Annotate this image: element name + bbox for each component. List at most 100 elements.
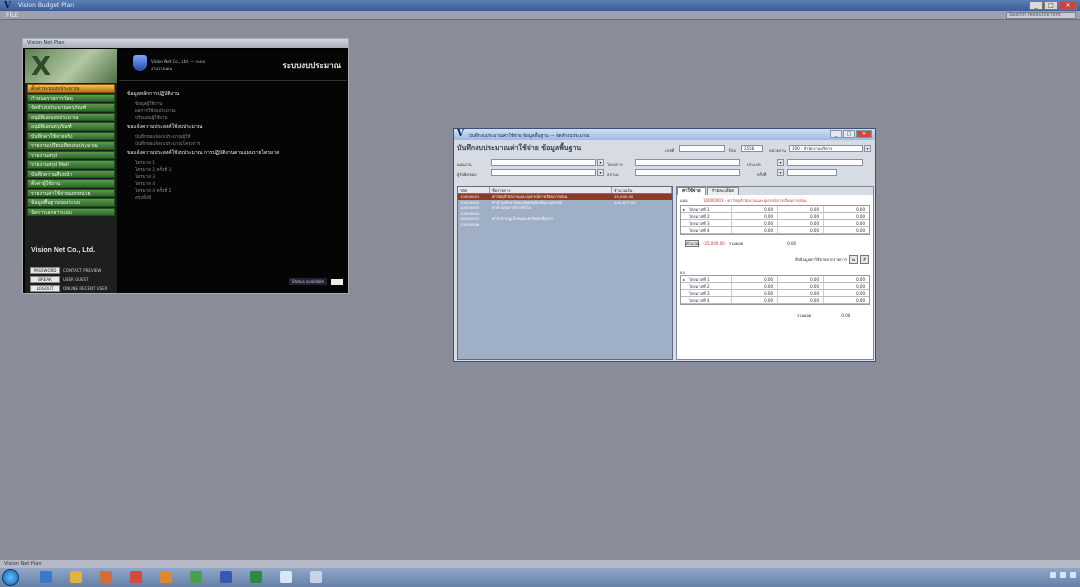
- table-cell-v1[interactable]: 0.00: [731, 297, 777, 303]
- plan-field[interactable]: [491, 159, 596, 166]
- table-cell-v2[interactable]: 0.00: [777, 213, 823, 219]
- project-field[interactable]: [635, 159, 740, 166]
- sidebar-menu-item[interactable]: บันทึกความคืบหน้า: [27, 169, 115, 178]
- table-cell-v1[interactable]: 0.00: [731, 283, 777, 289]
- word-icon[interactable]: [220, 571, 232, 583]
- sidebar-menu-item[interactable]: ข้อมูลพื้นฐานของระบบ: [27, 198, 115, 207]
- table-cell-v3[interactable]: 0.00: [823, 206, 869, 212]
- grid-header-code[interactable]: รหัส: [458, 187, 490, 193]
- search-input[interactable]: Search resource hint: [1006, 12, 1076, 19]
- dialog-close-button[interactable]: ✕: [856, 130, 872, 138]
- excel-icon[interactable]: [250, 571, 262, 583]
- firefox-icon[interactable]: [160, 571, 172, 583]
- sidebar-menu-item[interactable]: รายงานสรุป: [27, 150, 115, 159]
- dialog-minimize-button[interactable]: _: [830, 130, 842, 138]
- status-field[interactable]: [635, 169, 740, 176]
- table-cell-v2[interactable]: 0.00: [777, 206, 823, 212]
- type-field[interactable]: [787, 159, 863, 166]
- sidebar-menu-item[interactable]: รายงานค่าใช้จ่ายแยกหน่วย: [27, 188, 115, 197]
- side-button[interactable]: BREAK: [30, 276, 60, 283]
- table-row[interactable]: 10000006: [458, 222, 672, 228]
- network-icon[interactable]: [1050, 572, 1056, 578]
- section-link[interactable]: ไตรมาส 4 ครั้งที่ 2: [135, 187, 341, 193]
- minimize-button[interactable]: _: [1029, 1, 1043, 10]
- table-cell-v2[interactable]: 0.00: [777, 297, 823, 303]
- section-link[interactable]: ปรับแผนผู้ใช้งาน: [135, 114, 341, 120]
- sidebar-menu-item[interactable]: ตั้งค่าผู้ใช้งาน: [27, 179, 115, 188]
- table-cell-v3[interactable]: 0.00: [823, 290, 869, 296]
- section-link[interactable]: สรุปทั้งปี: [135, 194, 341, 200]
- start-button[interactable]: [2, 569, 19, 586]
- volume-icon[interactable]: [1060, 572, 1066, 578]
- table-row[interactable]: ไตรมาสที่ 2 0.00 0.00 0.00: [681, 283, 869, 290]
- table-row[interactable]: ไตรมาสที่ 4 0.00 0.00 0.00: [681, 297, 869, 304]
- grid-header-amount[interactable]: จำนวนเงิน: [612, 187, 672, 193]
- grid-header-name[interactable]: ชื่อรายการ: [490, 187, 612, 193]
- calc-button[interactable]: คำนวณ: [685, 240, 700, 247]
- sidebar-menu-item[interactable]: อนุมัติแผนครุภัณฑ์: [27, 122, 115, 131]
- media-icon[interactable]: [100, 571, 112, 583]
- table-cell-v3[interactable]: 0.00: [823, 283, 869, 289]
- table-cell-v1[interactable]: 0.00: [731, 227, 777, 233]
- dept-field[interactable]: 100 - สำนักงานบริหาร: [789, 145, 863, 152]
- sidebar-menu-item[interactable]: รายงานเปรียบเทียบงบประมาณ: [27, 141, 115, 150]
- ie-icon[interactable]: [40, 571, 52, 583]
- calculator-icon[interactable]: #: [860, 255, 869, 264]
- table-cell-v3[interactable]: 0.00: [823, 276, 869, 282]
- section-link[interactable]: ผลการใช้งบประมาณ: [135, 107, 341, 113]
- sidebar-menu-item[interactable]: อนุมัติแผนงบประมาณ: [27, 112, 115, 121]
- section-link[interactable]: ไตรมาส 2 ครั้งที่ 1: [135, 166, 341, 172]
- side-button[interactable]: LOGOUT: [30, 285, 60, 292]
- section-link[interactable]: ไตรมาส 1: [135, 159, 341, 165]
- dept-dropdown-icon[interactable]: ▾: [864, 145, 871, 152]
- table-row[interactable]: ▸ ไตรมาสที่ 1 0.00 0.00 0.00: [681, 206, 869, 213]
- sidebar-menu-item[interactable]: รายงานสรุป Mail: [27, 160, 115, 169]
- tab-expense[interactable]: ค่าใช้จ่าย: [677, 187, 706, 195]
- type-dropdown-icon[interactable]: ▾: [777, 159, 784, 166]
- sidebar-menu-item[interactable]: กำหนดรายการวัสดุ: [27, 93, 115, 102]
- table-cell-v2[interactable]: 0.00: [777, 283, 823, 289]
- table-row[interactable]: ไตรมาสที่ 3 0.00 0.00 0.00: [681, 290, 869, 297]
- no-dropdown-icon[interactable]: ▾: [777, 169, 784, 176]
- menu-file[interactable]: FILE: [6, 12, 18, 19]
- table-cell-v2[interactable]: 0.00: [777, 227, 823, 233]
- side-button[interactable]: PASSWORD: [30, 267, 60, 274]
- table-cell-v1[interactable]: 0.00: [731, 213, 777, 219]
- table-cell-v1[interactable]: 0.00: [731, 220, 777, 226]
- doc-field[interactable]: [679, 145, 725, 152]
- year-field[interactable]: 2556: [741, 145, 763, 152]
- close-button[interactable]: ✕: [1059, 1, 1077, 10]
- sidebar-menu-item[interactable]: จัดทำงบประมาณครุภัณฑ์: [27, 103, 115, 112]
- section-link[interactable]: ไตรมาส 4: [135, 180, 341, 186]
- section-link[interactable]: บันทึกขอแจ้งงบประมาณผู้ใช้: [135, 133, 341, 139]
- table-cell-v2[interactable]: 0.00: [777, 220, 823, 226]
- sidebar-menu-item[interactable]: บันทึกค่าใช้จ่ายจริง: [27, 131, 115, 140]
- table-cell-v3[interactable]: 0.00: [823, 220, 869, 226]
- sidebar-menu-item[interactable]: จัดการเอกสารแนบ: [27, 207, 115, 216]
- flag-icon[interactable]: [1070, 572, 1076, 578]
- table-cell-v1[interactable]: 0.00: [731, 290, 777, 296]
- table-row[interactable]: ▸ ไตรมาสที่ 1 0.00 0.00 0.00: [681, 276, 869, 283]
- table-row[interactable]: ไตรมาสที่ 4 0.00 0.00 0.00: [681, 227, 869, 234]
- table-cell-v1[interactable]: 0.00: [731, 276, 777, 282]
- plan-dropdown-icon[interactable]: ▾: [597, 159, 604, 166]
- section-link[interactable]: ไตรมาส 3: [135, 173, 341, 179]
- window-icon[interactable]: [310, 571, 322, 583]
- folder-icon[interactable]: [70, 571, 82, 583]
- table-cell-v2[interactable]: 0.00: [777, 276, 823, 282]
- table-cell-v3[interactable]: 0.00: [823, 213, 869, 219]
- owner-dropdown-icon[interactable]: ▾: [597, 169, 604, 176]
- app-icon-2[interactable]: [190, 571, 202, 583]
- table-cell-v3[interactable]: 0.00: [823, 227, 869, 233]
- app-icon[interactable]: [130, 571, 142, 583]
- maximize-button[interactable]: □: [1044, 1, 1058, 10]
- table-cell-v1[interactable]: 0.00: [731, 206, 777, 212]
- section-link[interactable]: บันทึกขอแจ้งงบประมาณโครงการ: [135, 140, 341, 146]
- tab-detail[interactable]: รายละเอียด: [706, 187, 740, 195]
- dialog-maximize-button[interactable]: □: [843, 130, 855, 138]
- vision-app-icon[interactable]: [280, 571, 292, 583]
- section-link[interactable]: ข้อมูลผู้ใช้งาน: [135, 100, 341, 106]
- table-row[interactable]: ไตรมาสที่ 3 0.00 0.00 0.00: [681, 220, 869, 227]
- fetch-icon[interactable]: ⇆: [849, 255, 858, 264]
- no-field[interactable]: [787, 169, 837, 176]
